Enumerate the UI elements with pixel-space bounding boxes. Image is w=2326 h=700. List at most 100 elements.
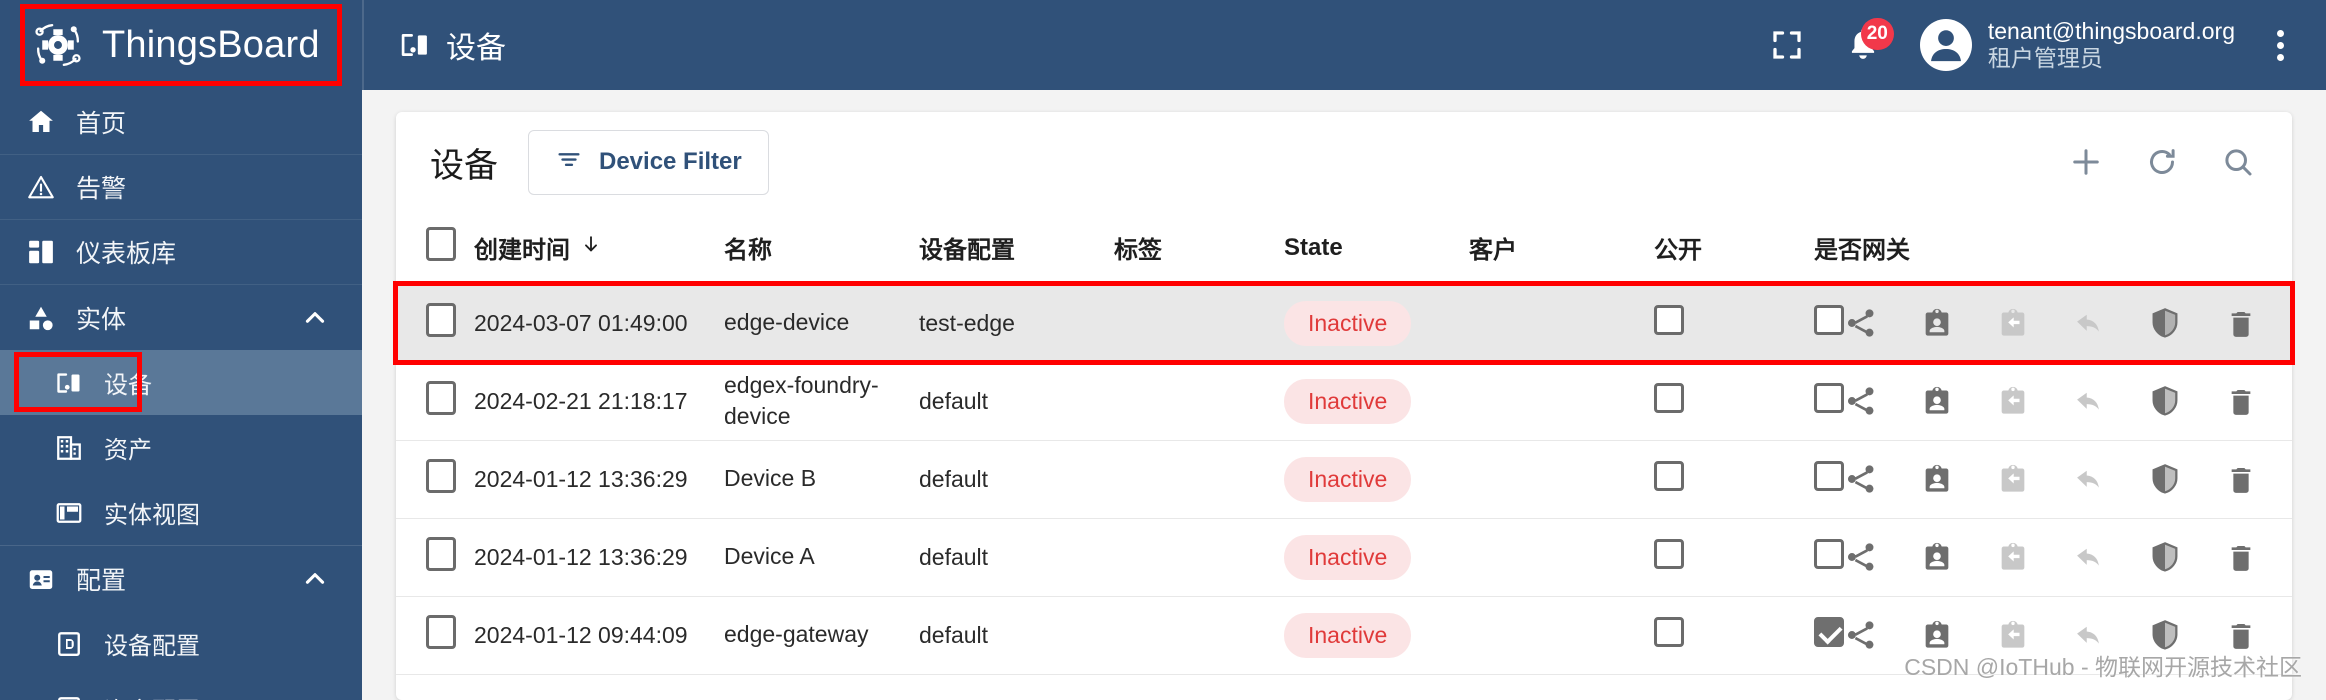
table-row[interactable]: 2024-03-07 01:49:00 edge-device test-edge I… (396, 284, 2292, 363)
sidebar-item-device-profiles[interactable]: 设备配置 (0, 611, 362, 676)
cell-name: Device A (724, 518, 919, 597)
chevron-up-icon[interactable] (302, 305, 328, 331)
column-header-state[interactable]: State (1284, 212, 1469, 285)
column-label: 名称 (724, 237, 772, 265)
table-row[interactable]: 2024-01-12 13:36:29 Device A default Inacti… (396, 518, 2292, 597)
select-all-checkbox[interactable] (426, 227, 456, 262)
sidebar-item-dashboards[interactable]: 仪表板库 (0, 220, 362, 285)
assign-to-customer-icon[interactable] (1920, 383, 1954, 419)
manage-credentials-icon[interactable] (1996, 539, 2030, 575)
main-region: 设备 20 tenant@thingsboard.org 租户管理员 设备 De… (362, 0, 2326, 700)
chevron-up-icon[interactable] (302, 566, 328, 592)
cell-name: edge-device (724, 284, 919, 363)
search-icon[interactable] (2220, 144, 2256, 180)
table-row[interactable]: 2024-01-12 13:36:29 Device B default Inacti… (396, 440, 2292, 519)
share-icon[interactable] (1844, 383, 1878, 419)
table-row[interactable]: 2024-02-21 21:18:17 edgex-foundry-device d… (396, 362, 2292, 441)
delete-icon[interactable] (2224, 305, 2258, 341)
page-title-text: 设备 (446, 32, 506, 65)
gateway-checkbox[interactable] (1814, 461, 1844, 491)
user-avatar-icon (1919, 19, 1972, 71)
column-header-public[interactable]: 公开 (1654, 212, 1814, 285)
share-icon[interactable] (1844, 305, 1878, 341)
fullscreen-icon[interactable] (1764, 22, 1810, 68)
column-label: 是否网关 (1814, 237, 1910, 265)
column-header-created[interactable]: 创建时间 (474, 212, 724, 285)
public-checkbox[interactable] (1654, 539, 1684, 569)
share-icon[interactable] (1844, 617, 1878, 653)
sidebar-group-entities[interactable]: 实体 (0, 285, 362, 350)
manage-credentials-icon[interactable] (1996, 461, 2030, 497)
cell-created: 2024-02-21 21:18:17 (474, 362, 724, 441)
device-filter-button[interactable]: Device Filter (528, 129, 769, 195)
row-select-checkbox[interactable] (426, 615, 456, 649)
notifications-button[interactable]: 20 (1840, 18, 1894, 68)
row-select-checkbox[interactable] (426, 303, 456, 337)
user-menu[interactable]: tenant@thingsboard.org 租户管理员 (1919, 18, 2235, 72)
check-connectivity-shield-icon[interactable] (2148, 539, 2182, 575)
plus-icon[interactable] (2068, 144, 2104, 180)
public-checkbox[interactable] (1654, 305, 1684, 335)
cell-actions (1847, 362, 2292, 441)
column-label: 设备配置 (919, 237, 1015, 265)
check-connectivity-shield-icon[interactable] (2148, 461, 2182, 497)
column-header-label[interactable]: 标签 (1114, 212, 1284, 285)
column-header-customer[interactable]: 客户 (1469, 212, 1654, 285)
public-checkbox[interactable] (1654, 383, 1684, 413)
sidebar-item-assets[interactable]: 资产 (0, 415, 362, 480)
column-header-name[interactable]: 名称 (724, 212, 919, 285)
gateway-checkbox[interactable] (1814, 305, 1844, 335)
delete-icon[interactable] (2224, 539, 2258, 575)
device-name: edgex-foundry-device (724, 371, 879, 429)
sidebar-item-devices[interactable]: 设备 (0, 350, 362, 415)
assign-to-customer-icon[interactable] (1920, 461, 1954, 497)
public-checkbox[interactable] (1654, 461, 1684, 491)
cell-label (1114, 284, 1284, 363)
check-connectivity-shield-icon[interactable] (2148, 383, 2182, 419)
manage-credentials-icon[interactable] (1996, 383, 2030, 419)
kebab-menu-icon[interactable] (2265, 24, 2296, 67)
row-select-cell (396, 362, 474, 441)
delete-icon[interactable] (2224, 461, 2258, 497)
sidebar-item-alarms[interactable]: 告警 (0, 155, 362, 220)
column-header-gateway[interactable]: 是否网关 (1814, 212, 1999, 285)
sidebar-item-label: 配置 (76, 566, 127, 595)
sidebar-group-profiles[interactable]: 配置 (0, 546, 362, 611)
assign-to-customer-icon[interactable] (1920, 539, 1954, 575)
cell-profile: default (919, 596, 1114, 675)
sidebar-item-entity-views[interactable]: 实体视图 (0, 480, 362, 545)
row-select-checkbox[interactable] (426, 459, 456, 493)
manage-credentials-icon[interactable] (1996, 305, 2030, 341)
cell-customer (1469, 284, 1654, 363)
sidebar-item-home[interactable]: 首页 (0, 90, 362, 155)
user-role: 租户管理员 (1987, 45, 2103, 71)
column-header-profile[interactable]: 设备配置 (919, 212, 1114, 285)
gateway-checkbox[interactable] (1814, 539, 1844, 569)
sidebar-item-asset-profiles[interactable]: 资产配置 (0, 676, 362, 700)
share-icon[interactable] (1844, 539, 1878, 575)
cell-state: Inactive (1284, 596, 1469, 675)
unassign-icon[interactable] (2072, 305, 2106, 341)
gateway-checkbox[interactable] (1814, 617, 1844, 647)
gateway-checkbox[interactable] (1814, 383, 1844, 413)
brand-header[interactable]: ThingsBoard (0, 0, 362, 90)
share-icon[interactable] (1844, 461, 1878, 497)
unassign-icon[interactable] (2072, 461, 2106, 497)
column-label: 公开 (1654, 237, 1702, 265)
devices-card: 设备 Device Filter 创建时间 名称 设备配置 标签 State 客… (396, 112, 2292, 700)
row-actions (1847, 539, 2292, 575)
assign-to-customer-icon[interactable] (1920, 305, 1954, 341)
cell-state: Inactive (1284, 284, 1469, 363)
unassign-icon[interactable] (2072, 383, 2106, 419)
unassign-icon[interactable] (2072, 539, 2106, 575)
refresh-icon[interactable] (2144, 144, 2180, 180)
cell-profile: default (919, 440, 1114, 519)
thingsboard-logo-icon (30, 17, 86, 73)
row-select-checkbox[interactable] (426, 537, 456, 571)
delete-icon[interactable] (2224, 383, 2258, 419)
device-profile: default (919, 387, 989, 414)
table-header-row: 创建时间 名称 设备配置 标签 State 客户 公开 是否网关 (396, 212, 2292, 285)
check-connectivity-shield-icon[interactable] (2148, 305, 2182, 341)
row-select-checkbox[interactable] (426, 381, 456, 415)
public-checkbox[interactable] (1654, 617, 1684, 647)
